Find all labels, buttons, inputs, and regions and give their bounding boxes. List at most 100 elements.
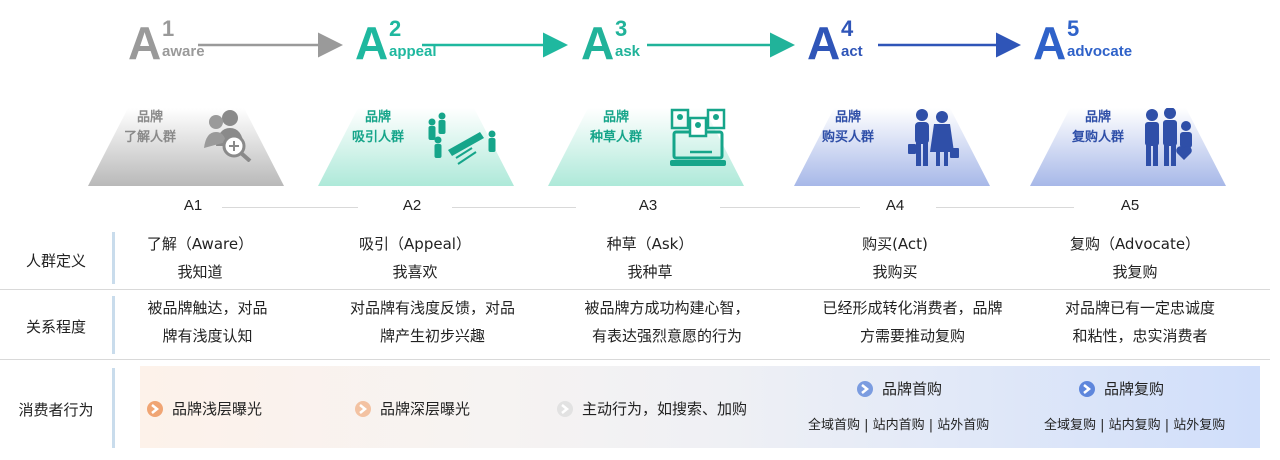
stage-name: advocate	[1067, 43, 1133, 60]
relationship-cell-a2: 对品牌有浅度反馈，对品 牌产生初步兴趣	[320, 294, 545, 350]
card-title: 品牌 了解人群	[110, 108, 190, 148]
card-title-line1: 品牌	[136, 110, 163, 125]
cell-line1: 被品牌方成功构建心智，	[584, 299, 750, 317]
row-label-behavior: 消费者行为	[18, 401, 94, 419]
screen-users-icon	[670, 108, 726, 166]
cell-line1: 购买(Act)	[862, 235, 928, 253]
behavior-item-a2: 品牌深层曝光	[354, 398, 470, 419]
card-title-line2: 复购人群	[1071, 130, 1124, 145]
stage-letter: A	[807, 17, 841, 69]
stage-name: aware	[162, 43, 205, 60]
arrow-circle-icon	[557, 400, 573, 417]
row-label-relationship: 关系程度	[25, 318, 86, 336]
cell-line1: 被品牌触达，对品	[147, 299, 268, 317]
persona-card-a3: 品牌 种草人群	[548, 100, 744, 188]
behavior-item-a3: 主动行为，如搜索、加购	[556, 398, 747, 419]
card-title-line2: 了解人群	[123, 130, 176, 145]
row-divider	[0, 289, 1270, 290]
connector-line	[720, 207, 860, 208]
card-title: 品牌 购买人群	[808, 108, 888, 148]
connector-line	[222, 207, 358, 208]
cell-line2: 方需要推动复购	[859, 327, 965, 345]
cell-line2: 我种草	[627, 263, 673, 281]
stage-label-a2: A2	[402, 197, 422, 214]
row-marker	[112, 232, 115, 284]
row-marker	[112, 368, 115, 448]
behavior-text: 品牌首购	[882, 380, 943, 398]
persona-card-a4: 品牌 购买人群	[794, 100, 990, 188]
card-title-line2: 购买人群	[821, 130, 874, 145]
behavior-item-a4: 品牌首购	[856, 378, 942, 399]
cell-line1: 已经形成转化消费者，品牌	[822, 299, 1003, 317]
cell-line1: 对品牌有浅度反馈，对品	[349, 299, 515, 317]
arrow-circle-icon	[147, 400, 163, 417]
family-heart-icon	[1145, 108, 1192, 166]
cell-line2: 我复购	[1112, 263, 1158, 281]
cell-line2: 和粘性，忠实消费者	[1072, 327, 1208, 345]
stage-letter: A	[1033, 17, 1067, 69]
stage-letter: A	[581, 17, 615, 69]
behavior-text: 品牌浅层曝光	[172, 400, 263, 418]
cell-line2: 我知道	[177, 263, 223, 281]
user-search-icon	[204, 110, 252, 162]
stage-number: 1	[162, 16, 175, 41]
stage-number: 5	[1067, 16, 1080, 41]
behavior-item-a5: 品牌复购	[1078, 378, 1164, 399]
behavior-subtext-a5: 全域复购 | 站内复购 | 站外复购	[1044, 418, 1226, 433]
row-divider	[0, 359, 1270, 360]
cell-line1: 对品牌已有一定忠诚度	[1064, 299, 1215, 317]
stage-number: 3	[615, 16, 628, 41]
arrow-circle-icon	[1079, 380, 1095, 397]
relationship-cell-a3: 被品牌方成功构建心智， 有表达强烈意愿的行为	[562, 294, 772, 350]
stage-letter: A	[128, 17, 162, 69]
stage-name: act	[841, 43, 863, 60]
cell-line1: 了解（Aware）	[146, 235, 254, 253]
card-title: 品牌 种草人群	[576, 108, 656, 148]
stage-name: appeal	[389, 43, 437, 60]
cell-line2: 有表达强烈意愿的行为	[591, 327, 742, 345]
connector-line	[452, 207, 576, 208]
cell-line2: 我喜欢	[392, 263, 438, 281]
stage-number: 4	[841, 16, 854, 41]
couple-shopping-icon	[908, 109, 959, 166]
card-title-line1: 品牌	[834, 110, 861, 125]
definition-cell-a3: 种草（Ask） 我种草	[565, 230, 735, 286]
cell-line1: 种草（Ask）	[606, 235, 694, 253]
stage-label-a1: A1	[183, 197, 203, 214]
relationship-cell-a5: 对品牌已有一定忠诚度 和粘性，忠实消费者	[1045, 294, 1235, 350]
stage-label-a4: A4	[885, 197, 905, 214]
stage-name: ask	[615, 43, 641, 60]
persona-card-a2: 品牌 吸引人群	[318, 100, 514, 188]
card-title-line2: 吸引人群	[351, 130, 404, 145]
card-title-line1: 品牌	[364, 110, 391, 125]
row-marker	[112, 296, 115, 354]
behavior-text: 品牌复购	[1104, 380, 1165, 398]
cell-line1: 复购（Advocate）	[1069, 235, 1201, 253]
persona-card-a1: 品牌 了解人群	[88, 100, 284, 188]
stage-label-a5: A5	[1120, 197, 1140, 214]
card-title-line1: 品牌	[602, 110, 629, 125]
behavior-item-a1: 品牌浅层曝光	[146, 398, 262, 419]
card-title-line1: 品牌	[1084, 110, 1111, 125]
behavior-text: 品牌深层曝光	[380, 400, 471, 418]
magnet-people-icon	[428, 112, 496, 165]
definition-cell-a1: 了解（Aware） 我知道	[120, 230, 280, 286]
cell-line2: 牌有浅度认知	[162, 327, 253, 345]
behavior-subtext-a4: 全域首购 | 站内首购 | 站外首购	[808, 418, 990, 433]
card-title-line2: 种草人群	[589, 130, 642, 145]
definition-cell-a5: 复购（Advocate） 我复购	[1045, 230, 1225, 286]
card-title: 品牌 吸引人群	[338, 108, 418, 148]
relationship-cell-a4: 已经形成转化消费者，品牌 方需要推动复购	[800, 294, 1025, 350]
connector-line	[936, 207, 1074, 208]
cell-line1: 吸引（Appeal）	[359, 235, 471, 253]
arrow-circle-icon	[355, 400, 371, 417]
card-title: 品牌 复购人群	[1058, 108, 1138, 148]
cell-line2: 牌产生初步兴趣	[379, 327, 485, 345]
stage-number: 2	[389, 16, 402, 41]
arrow-circle-icon	[857, 380, 873, 397]
cell-line2: 我购买	[872, 263, 918, 281]
stage-letter: A	[355, 17, 389, 69]
persona-card-a5: 品牌 复购人群	[1030, 100, 1226, 188]
row-label-definition: 人群定义	[25, 252, 86, 270]
definition-cell-a2: 吸引（Appeal） 我喜欢	[330, 230, 500, 286]
